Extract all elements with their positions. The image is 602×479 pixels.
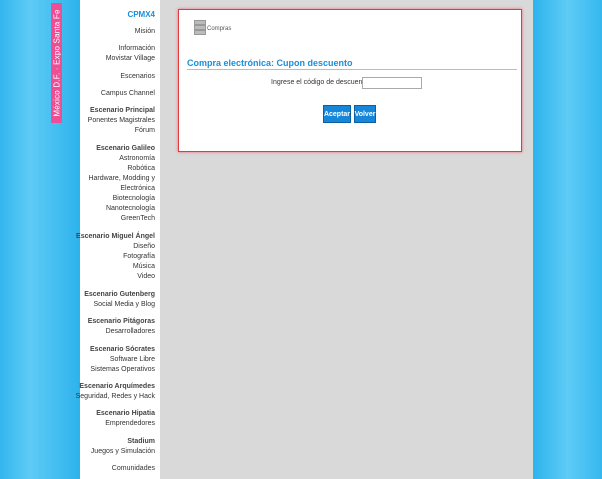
- sidebar-heading-escenario-gutenberg[interactable]: Escenario Gutenberg: [84, 290, 155, 300]
- code-label: Ingrese el código de descuento:: [271, 79, 371, 86]
- sidebar-item-comunidades[interactable]: Comunidades: [112, 464, 155, 474]
- sidebar-item-informacion[interactable]: Información: [118, 44, 155, 54]
- sidebar-heading-escenario-miguel-angel[interactable]: Escenario Miguel Ángel: [76, 232, 155, 242]
- sidebar-item-mision[interactable]: Misión: [135, 27, 155, 37]
- sidebar-heading-stadium[interactable]: Stadium: [127, 437, 155, 447]
- sidebar-item-forum[interactable]: Fórum: [135, 126, 155, 136]
- sidebar-item-movistar-village[interactable]: Movistar Village: [106, 54, 155, 64]
- cart-icon: [194, 20, 206, 35]
- sidebar-item-software-libre[interactable]: Software Libre: [110, 355, 155, 365]
- sidebar-item-diseno[interactable]: Diseño: [133, 242, 155, 252]
- sidebar-heading-escenario-principal[interactable]: Escenario Principal: [90, 106, 155, 116]
- sidebar-item-ponentes-magistrales[interactable]: Ponentes Magistrales: [88, 116, 155, 126]
- breadcrumb[interactable]: Compras: [207, 26, 231, 32]
- sidebar-item-juegos[interactable]: Juegos y Simulación: [91, 447, 155, 457]
- sidebar-item-hardware[interactable]: Hardware, Modding y: [88, 174, 155, 184]
- sidebar-item-escenarios[interactable]: Escenarios: [120, 72, 155, 82]
- page-title: Compra electrónica: Cupon descuento: [187, 58, 517, 70]
- sidebar-nav: CPMX4 Misión Información Movistar Villag…: [76, 0, 160, 479]
- main-content: Compras Compra electrónica: Cupon descue…: [160, 0, 533, 479]
- sidebar-item-electronica[interactable]: Electrónica: [120, 184, 155, 194]
- back-button[interactable]: Volver: [354, 105, 376, 123]
- sidebar-heading-escenario-socrates[interactable]: Escenario Sócrates: [90, 345, 155, 355]
- discount-code-input[interactable]: [362, 77, 422, 89]
- sidebar-heading-escenario-galileo[interactable]: Escenario Galileo: [96, 144, 155, 154]
- sidebar-item-fotografia[interactable]: Fotografía: [123, 252, 155, 262]
- sidebar-item-astronomia[interactable]: Astronomía: [119, 154, 155, 164]
- side-tab-label: México D.F. · Expo Santa Fe: [52, 9, 61, 117]
- sidebar-item-campus-channel[interactable]: Campus Channel: [101, 89, 155, 99]
- sidebar-item-video[interactable]: Video: [137, 272, 155, 282]
- sidebar-item-desarrolladores[interactable]: Desarrolladores: [106, 327, 155, 337]
- sidebar-heading-escenario-pitagoras[interactable]: Escenario Pitágoras: [88, 317, 155, 327]
- sidebar-item-emprendedores[interactable]: Emprendedores: [105, 419, 155, 429]
- right-background: [533, 0, 602, 479]
- sidebar-item-biotecnologia[interactable]: Biotecnología: [113, 194, 155, 204]
- sidebar-item-nanotecnologia[interactable]: Nanotecnología: [106, 204, 155, 214]
- sidebar-item-musica[interactable]: Música: [133, 262, 155, 272]
- coupon-panel: Compras Compra electrónica: Cupon descue…: [178, 9, 522, 152]
- sidebar-logo[interactable]: CPMX4: [127, 10, 155, 19]
- sidebar-heading-escenario-hipatia[interactable]: Escenario Hipatia: [96, 409, 155, 419]
- side-tab[interactable]: México D.F. · Expo Santa Fe: [51, 3, 62, 123]
- sidebar-item-social-media[interactable]: Social Media y Blog: [94, 300, 155, 310]
- sidebar-heading-escenario-arquimedes[interactable]: Escenario Arquímedes: [79, 382, 155, 392]
- sidebar-item-seguridad[interactable]: Seguridad, Redes y Hack: [76, 392, 155, 402]
- accept-button[interactable]: Aceptar: [323, 105, 351, 123]
- sidebar-item-greentech[interactable]: GreenTech: [121, 214, 155, 224]
- sidebar-item-robotica[interactable]: Robótica: [127, 164, 155, 174]
- sidebar-item-sistemas-operativos[interactable]: Sistemas Operativos: [90, 365, 155, 375]
